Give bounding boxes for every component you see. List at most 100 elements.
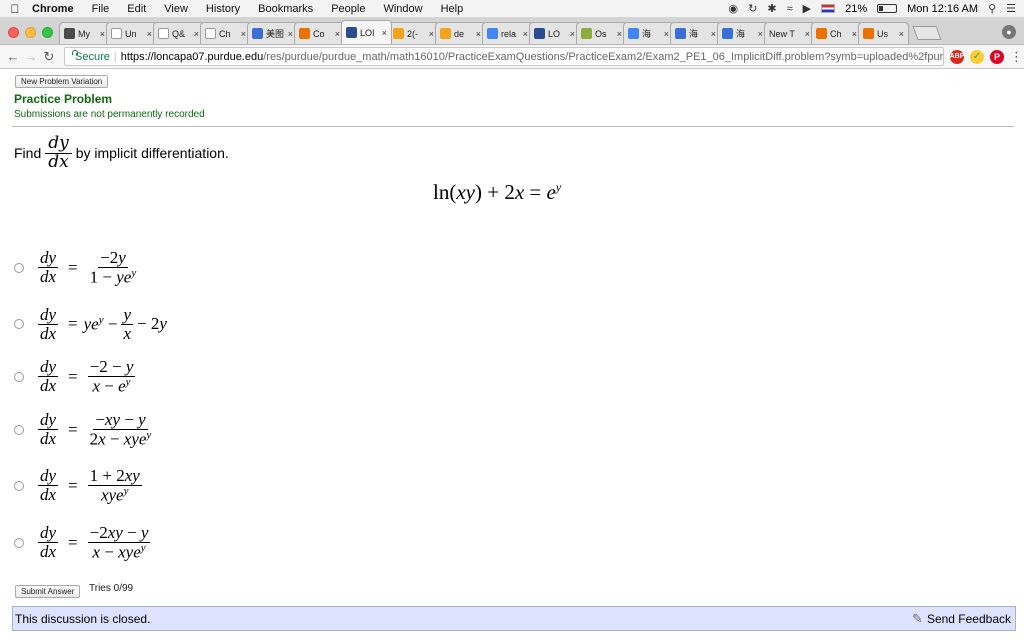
menu-bookmarks[interactable]: Bookmarks xyxy=(249,3,322,15)
problem-equation: ln(xy) + 2x = ey xyxy=(433,180,562,204)
fullscreen-window-icon[interactable] xyxy=(42,26,53,38)
menu-app-name[interactable]: Chrome xyxy=(30,3,83,15)
browser-tab[interactable]: rela × xyxy=(482,22,533,44)
close-tab-icon[interactable]: × xyxy=(805,29,810,39)
browser-tab[interactable]: 美图 × xyxy=(247,22,298,44)
spotlight-search-icon[interactable]: ⚲ xyxy=(988,2,996,15)
submit-answer-button[interactable]: Submit Answer xyxy=(15,585,81,598)
input-source-flag-icon[interactable] xyxy=(821,4,836,13)
menu-history[interactable]: History xyxy=(197,3,249,15)
tab-label: 2(- xyxy=(407,28,418,39)
reload-icon[interactable]: ↻ xyxy=(40,49,58,65)
browser-tab[interactable]: 2(- × xyxy=(388,22,439,44)
practice-problem-title: Practice Problem xyxy=(14,92,113,106)
answer-option-1[interactable]: dy dx = −2y 1 − yey xyxy=(14,249,142,286)
close-tab-icon[interactable]: × xyxy=(335,29,340,39)
quill-pen-icon: ✎ xyxy=(912,610,923,626)
notification-center-icon[interactable]: ☰ xyxy=(1006,2,1016,15)
browser-tab[interactable]: LO × xyxy=(529,22,580,44)
browser-tab[interactable]: Un × xyxy=(106,22,157,44)
menu-help[interactable]: Help xyxy=(432,3,473,15)
browser-tab[interactable]: Ch × xyxy=(200,22,251,44)
close-tab-icon[interactable]: × xyxy=(711,29,716,39)
tab-label: My xyxy=(78,28,90,39)
close-tab-icon[interactable]: × xyxy=(570,29,575,39)
radio-button[interactable] xyxy=(14,537,24,548)
adblock-icon[interactable]: ABP xyxy=(950,49,964,64)
close-tab-icon[interactable]: × xyxy=(476,29,481,39)
qq-icon[interactable]: ◉ xyxy=(729,2,739,15)
chegg-icon xyxy=(863,28,874,39)
tab-label: 海 xyxy=(689,29,699,39)
menu-file[interactable]: File xyxy=(83,3,119,15)
close-tab-icon[interactable]: × xyxy=(899,29,904,39)
radio-button[interactable] xyxy=(14,424,24,435)
radio-button[interactable] xyxy=(14,262,24,273)
close-tab-icon[interactable]: × xyxy=(664,29,669,39)
close-tab-icon[interactable]: × xyxy=(382,28,387,38)
answer-option-3[interactable]: dy dx = −2 − yx − ey xyxy=(14,358,139,395)
clock[interactable]: Mon 12:16 AM xyxy=(907,3,978,15)
browser-tab[interactable]: Os × xyxy=(576,22,627,44)
time-machine-icon[interactable]: ↻ xyxy=(748,2,757,15)
radio-button[interactable] xyxy=(14,319,24,330)
chegg-icon xyxy=(816,28,827,39)
close-tab-icon[interactable]: × xyxy=(758,29,763,39)
menu-view[interactable]: View xyxy=(155,3,197,15)
answer-option-2[interactable]: dy dx = yey − yx − 2y xyxy=(14,306,167,343)
tab-label: Ch xyxy=(830,28,842,39)
more-menu-icon[interactable]: ⋮ xyxy=(1010,49,1023,65)
wifi-icon[interactable]: ≈ xyxy=(787,3,793,15)
radio-button[interactable] xyxy=(14,371,24,382)
answer-option-6[interactable]: dy dx = −2xy − yx − xyey xyxy=(14,524,154,561)
close-tab-icon[interactable]: × xyxy=(241,29,246,39)
forward-arrow-icon[interactable]: → xyxy=(22,49,40,64)
radio-button[interactable] xyxy=(14,480,24,491)
pinterest-icon[interactable]: P xyxy=(990,49,1004,64)
menu-people[interactable]: People xyxy=(322,3,374,15)
option-expression: dy dx = yey − yx − 2y xyxy=(38,305,167,343)
new-problem-variation-button[interactable]: New Problem Variation xyxy=(15,75,109,88)
back-arrow-icon[interactable]: ← xyxy=(4,49,22,64)
address-bar[interactable]: Secure | https://loncapa07.purdue.edu/re… xyxy=(64,47,944,66)
close-tab-icon[interactable]: × xyxy=(429,29,434,39)
volume-icon[interactable]: ▶ xyxy=(803,2,811,15)
browser-tab[interactable]: LOI × xyxy=(341,20,392,44)
tab-label: LOI xyxy=(360,27,375,38)
battery-percent: 21% xyxy=(845,2,868,15)
browser-tab[interactable]: Co × xyxy=(294,22,345,44)
submission-note: Submissions are not permanently recorded xyxy=(14,109,205,120)
browser-tab[interactable]: Q& × xyxy=(153,22,204,44)
browser-tab[interactable]: 海 × xyxy=(717,22,768,44)
close-tab-icon[interactable]: × xyxy=(100,29,105,39)
browser-tab[interactable]: New T × xyxy=(764,22,815,44)
close-tab-icon[interactable]: × xyxy=(194,29,199,39)
close-tab-icon[interactable]: × xyxy=(288,29,293,39)
close-tab-icon[interactable]: × xyxy=(617,29,622,39)
close-tab-icon[interactable]: × xyxy=(147,29,152,39)
browser-tab[interactable]: Us × xyxy=(858,22,909,44)
browser-tab[interactable]: de × xyxy=(435,22,486,44)
menu-window[interactable]: Window xyxy=(374,3,431,15)
browser-tab[interactable]: Ch × xyxy=(811,22,862,44)
new-tab-button[interactable] xyxy=(912,26,942,40)
close-window-icon[interactable] xyxy=(8,26,19,38)
answer-option-5[interactable]: dy dx = 1 + 2xy xyey xyxy=(14,467,146,504)
tab-label: rela xyxy=(501,28,517,39)
browser-tab[interactable]: 海 × xyxy=(623,22,674,44)
apple-icon[interactable]:  xyxy=(0,2,30,16)
flag-icon xyxy=(64,28,75,39)
menu-edit[interactable]: Edit xyxy=(118,3,155,15)
answer-option-4[interactable]: dy dx = −xy − y 2x − xyey xyxy=(14,411,157,448)
battery-icon[interactable] xyxy=(877,4,898,13)
extension-check-icon[interactable]: ✓ xyxy=(970,49,984,64)
browser-tab[interactable]: My × xyxy=(59,22,110,44)
profile-avatar-icon[interactable]: ● xyxy=(1002,25,1016,39)
browser-tab[interactable]: 海 × xyxy=(670,22,721,44)
bluetooth-icon[interactable]: ✱ xyxy=(767,2,776,15)
send-feedback-link[interactable]: ✎ Send Feedback xyxy=(912,611,1015,627)
minimize-window-icon[interactable] xyxy=(25,26,36,38)
tab-label: Q& xyxy=(172,28,186,39)
close-tab-icon[interactable]: × xyxy=(852,29,857,39)
close-tab-icon[interactable]: × xyxy=(523,29,528,39)
